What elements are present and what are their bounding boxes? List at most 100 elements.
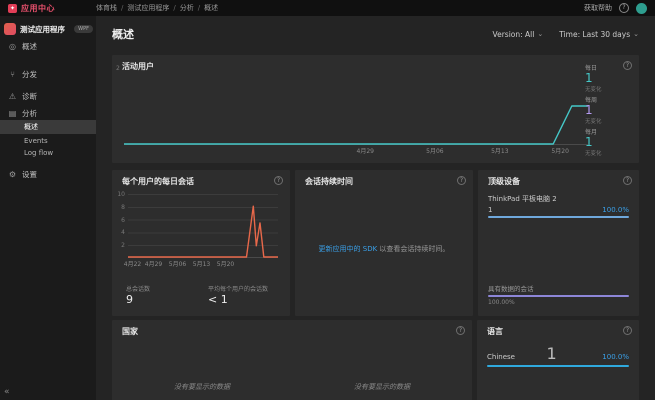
sidebar-item-log-flow[interactable]: Log flow (0, 146, 96, 160)
stat-note: 无变化 (585, 149, 633, 157)
sidebar-item-label: 分发 (22, 69, 37, 80)
y-tick: 8 (121, 204, 125, 211)
sdk-update-message: 更新应用中的 SDK 以查看会话持续时间。 (303, 244, 465, 254)
x-tick: 4月22 (124, 259, 141, 268)
stat-value: < 1 (208, 293, 268, 306)
main-content: 概述 Version: All ⌄ Time: Last 30 days ⌄ 活… (96, 16, 655, 400)
stat-value: 1 (585, 104, 633, 117)
sidebar-collapse-button[interactable]: « (4, 387, 10, 397)
top-bar: ✦ 应用中心 体育栈 / 测试应用程序 / 分析 / 概述 获取帮助 ? (0, 0, 655, 16)
time-filter-label: Time: Last 30 days (559, 30, 630, 39)
y-tick: 10 (117, 191, 125, 198)
no-data-message: 没有要显示的数据 (112, 382, 292, 392)
card-help-icon[interactable]: ? (457, 176, 466, 185)
app-center-brand[interactable]: ✦ 应用中心 (8, 3, 96, 14)
overview-icon: ◎ (8, 42, 17, 51)
sidebar-item-label: 设置 (22, 169, 37, 180)
language-row: Chinese 1 100.0% (487, 344, 629, 367)
device-count: 1 (488, 206, 492, 214)
stat-value: 9 (126, 293, 150, 306)
card-title: 会话持续时间 (305, 176, 353, 187)
x-tick: 5月20 (551, 146, 568, 155)
card-help-icon[interactable]: ? (623, 176, 632, 185)
top-devices-card: 顶级设备 ? ThinkPad 平板电脑 2 1 100.0% 具有数据的会话 … (478, 170, 639, 316)
stat-value: 1 (585, 72, 633, 85)
daily-sessions-line (128, 194, 278, 258)
page-title: 概述 (112, 26, 134, 42)
chevron-down-icon: ⌄ (537, 30, 543, 38)
monthly-active-users-stat: 每月 1 无变化 (585, 127, 633, 157)
languages-card: 语言 ? Chinese 1 100.0% (477, 320, 639, 400)
user-avatar[interactable] (636, 3, 647, 14)
card-help-icon[interactable]: ? (274, 176, 283, 185)
chevron-down-icon: ⌄ (633, 30, 639, 38)
card-title: 每个用户的每日会话 (122, 176, 194, 187)
active-users-line (124, 67, 588, 145)
sidebar: 测试应用程序 WPF ◎ 概述 ⑂ 分发 ⚠ 诊断 ▤ 分析 概述 Events… (0, 16, 96, 400)
get-help-link[interactable]: 获取帮助 (584, 3, 612, 13)
x-tick: 5月20 (217, 259, 234, 268)
app-platform-badge: WPF (74, 25, 93, 33)
time-filter-dropdown[interactable]: Time: Last 30 days ⌄ (559, 30, 639, 39)
y-tick: 4 (121, 229, 125, 236)
app-center-logo-text[interactable]: 应用中心 (21, 3, 55, 14)
x-tick: 5月13 (193, 259, 210, 268)
sidebar-item-distribute[interactable]: ⑂ 分发 (0, 66, 96, 82)
version-filter-dropdown[interactable]: Version: All ⌄ (493, 30, 544, 39)
sidebar-item-analytics[interactable]: ▤ 分析 (0, 105, 96, 121)
sidebar-item-label: 诊断 (22, 91, 37, 102)
stat-value: 1 (585, 136, 633, 149)
active-users-line-chart: 4月29 5月06 5月13 5月20 (124, 67, 588, 145)
y-tick: 6 (121, 217, 125, 224)
stat-note: 无变化 (585, 117, 633, 125)
message-text: 以查看会话持续时间。 (377, 245, 449, 253)
update-sdk-link[interactable]: 更新应用中的 SDK (319, 245, 378, 253)
x-tick: 5月06 (426, 146, 443, 155)
session-duration-card: 会话持续时间 ? 更新应用中的 SDK 以查看会话持续时间。 (295, 170, 473, 316)
card-help-icon[interactable]: ? (456, 326, 465, 335)
app-center-logo-icon[interactable]: ✦ (8, 4, 17, 13)
device-row: ThinkPad 平板电脑 2 1 100.0% (488, 194, 629, 218)
breadcrumb-analytics[interactable]: 分析 (180, 3, 194, 13)
breadcrumb: 体育栈 / 测试应用程序 / 分析 / 概述 (96, 3, 218, 13)
sidebar-item-analytics-overview[interactable]: 概述 (0, 120, 96, 134)
y-tick: 2 (121, 242, 125, 249)
daily-sessions-card: 每个用户的每日会话 ? 10 8 6 4 2 4月22 4月29 5月06 5月… (112, 170, 290, 316)
breadcrumb-overview[interactable]: 概述 (204, 3, 218, 13)
x-tick: 5月06 (169, 259, 186, 268)
sidebar-item-label: Events (24, 137, 48, 145)
breadcrumb-separator: / (198, 4, 200, 12)
sidebar-item-label: 分析 (22, 108, 37, 119)
language-count: 1 (547, 344, 557, 363)
app-switcher[interactable]: 测试应用程序 WPF (4, 19, 93, 39)
x-tick: 4月29 (145, 259, 162, 268)
sessions-with-data-percent: 100.00% (488, 299, 629, 306)
card-title: 顶级设备 (488, 176, 520, 187)
sessions-with-data-label: 具有数据的会话 (488, 283, 629, 293)
sidebar-item-diagnostics[interactable]: ⚠ 诊断 (0, 88, 96, 104)
breadcrumb-app[interactable]: 测试应用程序 (127, 3, 169, 13)
sessions-with-data-bar (488, 295, 629, 297)
diagnostics-icon: ⚠ (8, 92, 17, 101)
sessions-with-data: 具有数据的会话 100.00% (488, 283, 629, 306)
stat-label: 平均每个用户的会话数 (208, 284, 268, 293)
breadcrumb-separator: / (173, 4, 175, 12)
language-percent: 100.0% (602, 353, 629, 361)
distribute-icon: ⑂ (8, 70, 17, 79)
analytics-icon: ▤ (8, 109, 17, 118)
total-sessions-stat: 总会话数 9 (126, 284, 150, 306)
sidebar-item-settings[interactable]: ⚙ 设置 (0, 166, 96, 182)
app-name: 测试应用程序 (20, 24, 65, 35)
card-title: 语言 (487, 326, 503, 337)
avg-sessions-per-user-stat: 平均每个用户的会话数 < 1 (208, 284, 268, 306)
daily-sessions-line-chart: 10 8 6 4 2 4月22 4月29 5月06 5月13 5月20 (128, 194, 278, 258)
language-bar (487, 365, 629, 367)
sidebar-item-overview[interactable]: ◎ 概述 (0, 38, 96, 54)
card-help-icon[interactable]: ? (623, 326, 632, 335)
stat-label: 总会话数 (126, 284, 150, 293)
breadcrumb-owner[interactable]: 体育栈 (96, 3, 117, 13)
help-icon[interactable]: ? (619, 3, 629, 13)
card-title: 国家 (122, 326, 138, 337)
daily-active-users-stat: 每日 1 无变化 (585, 63, 633, 93)
x-tick: 4月29 (357, 146, 374, 155)
